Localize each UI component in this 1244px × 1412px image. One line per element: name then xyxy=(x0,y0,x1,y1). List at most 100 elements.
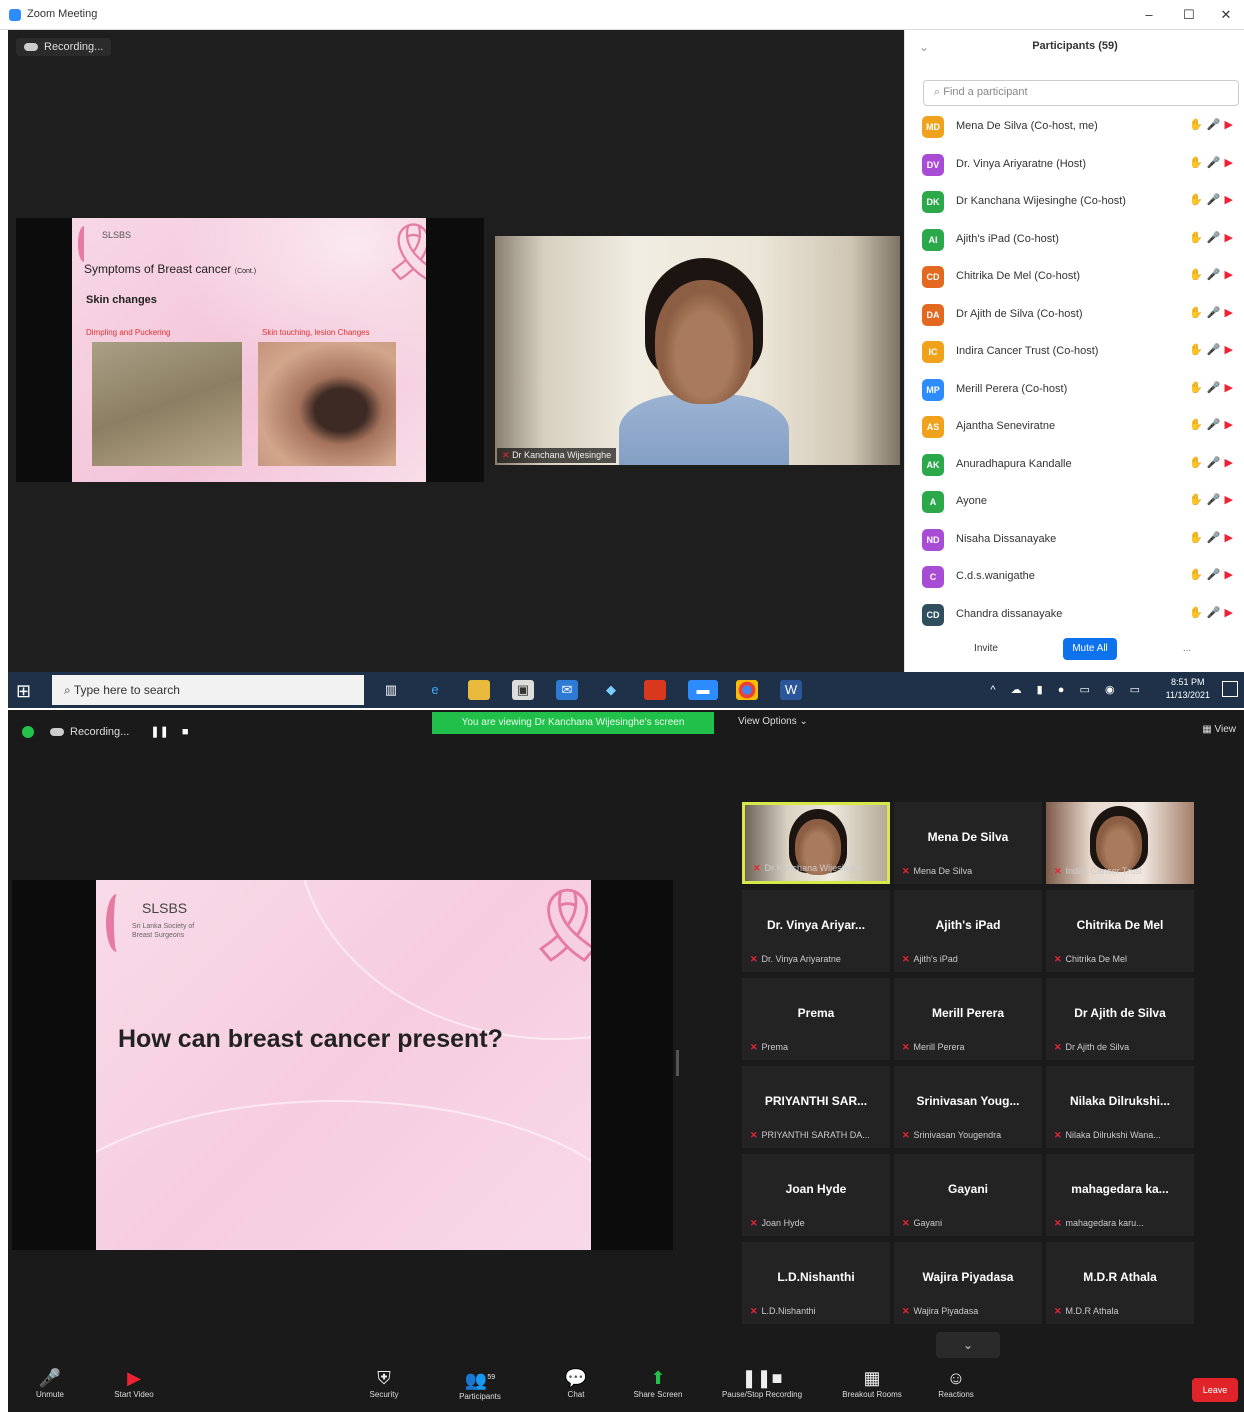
share-screen-button[interactable]: ⬆ Share Screen xyxy=(618,1366,698,1399)
windows-start-icon[interactable]: ⊞ xyxy=(16,681,31,702)
raise-hand-icon: ✋ xyxy=(1189,156,1207,169)
participant-row[interactable]: CD Chandra dissanayake ✋🎤▶ xyxy=(905,598,1244,635)
raise-hand-icon: ✋ xyxy=(1189,231,1207,244)
pause-recording-icon[interactable]: ❚❚ xyxy=(150,726,168,738)
tile-name: Wajira Piyadasa xyxy=(922,1270,1014,1284)
splitter-handle[interactable] xyxy=(676,1050,679,1076)
mic-muted-icon: 🎤 xyxy=(1206,419,1225,431)
system-tray[interactable]: ^ ☁ ▮ ● ▭ ◉ ▭ xyxy=(990,683,1146,696)
search-icon: ⌕ xyxy=(64,683,74,697)
participant-tile[interactable]: Nilaka Dilrukshi... ✕ Nilaka Dilrukshi Wan… xyxy=(1046,1066,1194,1148)
recording-indicator[interactable]: Recording... ❚❚ ■ xyxy=(42,722,197,741)
participant-tile[interactable]: Gayani ✕ Gayani xyxy=(894,1154,1042,1236)
caption-left: Dimpling and Puckering xyxy=(86,328,171,337)
unmute-button[interactable]: 🎤 Unmute xyxy=(10,1366,90,1399)
participant-name: Dr Kanchana Wijesinghe (Co-host) xyxy=(956,195,1126,207)
edge-browser-icon[interactable]: e xyxy=(424,680,446,700)
tile-name: Dr Ajith de Silva xyxy=(1074,1006,1166,1020)
participant-row[interactable]: AK Anuradhapura Kandalle ✋🎤▶ xyxy=(905,448,1244,485)
security-button[interactable]: ⛨ Security xyxy=(344,1366,424,1399)
notification-icon[interactable] xyxy=(1222,681,1238,697)
mail-icon[interactable]: ✉ xyxy=(556,680,578,700)
media-icon[interactable]: ◆ xyxy=(600,680,622,700)
participant-row[interactable]: IC Indira Cancer Trust (Co-host) ✋🎤▶ xyxy=(905,335,1244,372)
tile-name: M.D.R Athala xyxy=(1083,1270,1157,1284)
participant-tile[interactable]: Joan Hyde ✕ Joan Hyde xyxy=(742,1154,890,1236)
participant-tile[interactable]: Ajith's iPad ✕ Ajith's iPad xyxy=(894,890,1042,972)
participant-tile[interactable]: Chitrika De Mel ✕ Chitrika De Mel xyxy=(1046,890,1194,972)
participant-row[interactable]: C C.d.s.wanigathe ✋🎤▶ xyxy=(905,560,1244,597)
participant-row[interactable]: DA Dr Ajith de Silva (Co-host) ✋🎤▶ xyxy=(905,298,1244,335)
participants-button[interactable]: 👥59 Participants xyxy=(440,1366,520,1401)
word-icon[interactable]: W xyxy=(780,680,802,700)
security-shield-icon[interactable] xyxy=(22,726,34,738)
taskbar-clock[interactable]: 8:51 PM 11/13/2021 xyxy=(1166,676,1210,702)
video-off-icon: ▶ xyxy=(1224,456,1237,469)
cloud-record-icon xyxy=(24,43,38,52)
stop-recording-icon[interactable]: ■ xyxy=(182,726,189,738)
participant-row[interactable]: AI Ajith's iPad (Co-host) ✋🎤▶ xyxy=(905,223,1244,260)
mic-muted-icon: 🎤 xyxy=(1206,494,1225,506)
participant-tile[interactable]: Prema ✕ Prema xyxy=(742,978,890,1060)
participant-row[interactable]: DK Dr Kanchana Wijesinghe (Co-host) ✋🎤▶ xyxy=(905,185,1244,222)
task-view-icon[interactable]: ▥ xyxy=(380,680,402,700)
chat-button[interactable]: 💬 Chat xyxy=(536,1366,616,1399)
mute-all-button[interactable]: Mute All xyxy=(1063,638,1117,660)
view-options-button[interactable]: View Options ⌄ xyxy=(738,716,808,727)
chevron-down-icon[interactable]: ⌄ xyxy=(936,1332,1000,1358)
participant-tile[interactable]: Wajira Piyadasa ✕ Wajira Piyadasa xyxy=(894,1242,1042,1324)
participant-tile[interactable]: Dr. Vinya Ariyar... ✕ Dr. Vinya Ariyaratne xyxy=(742,890,890,972)
chrome-icon[interactable] xyxy=(736,680,758,700)
store-icon[interactable]: ▣ xyxy=(512,680,534,700)
view-button[interactable]: ▦ View xyxy=(1202,724,1236,735)
shield-icon: ⛨ xyxy=(377,1368,391,1388)
participant-row[interactable]: ND Nisaha Dissanayake ✋🎤▶ xyxy=(905,523,1244,560)
slide-swirl xyxy=(96,1100,591,1250)
file-explorer-icon[interactable] xyxy=(468,680,490,700)
participant-tile[interactable]: mahagedara ka... ✕ mahagedara karu... xyxy=(1046,1154,1194,1236)
participant-tile[interactable]: L.D.Nishanthi ✕ L.D.Nishanthi xyxy=(742,1242,890,1324)
pause-recording-button[interactable]: ❚❚■ Pause/Stop Recording xyxy=(710,1366,814,1399)
breakout-rooms-button[interactable]: ▦ Breakout Rooms xyxy=(832,1366,912,1399)
participant-tile[interactable]: ✕ Indira Cancer Trust xyxy=(1046,802,1194,884)
recording-indicator[interactable]: Recording... xyxy=(16,38,112,56)
reactions-button[interactable]: ☺ Reactions xyxy=(916,1366,996,1399)
participant-tile[interactable]: M.D.R Athala ✕ M.D.R Athala xyxy=(1046,1242,1194,1324)
minimize-button[interactable]: – xyxy=(1131,4,1167,26)
meeting-toolbar: 🎤 Unmute ▶ Start Video ⛨ Security 👥59 Partic… xyxy=(8,1358,1244,1412)
tile-label: ✕ Nilaka Dilrukshi Wana... xyxy=(1054,1130,1161,1140)
leave-button[interactable]: Leave xyxy=(1192,1378,1238,1402)
start-video-button[interactable]: ▶ Start Video xyxy=(94,1366,174,1399)
participant-tile[interactable]: Dr Ajith de Silva ✕ Dr Ajith de Silva xyxy=(1046,978,1194,1060)
participant-status-icons: ✋🎤▶ xyxy=(1189,531,1237,544)
close-button[interactable]: ✕ xyxy=(1208,4,1244,26)
office-icon[interactable] xyxy=(644,680,666,700)
participant-tile[interactable]: Srinivasan Youg... ✕ Srinivasan Yougendra xyxy=(894,1066,1042,1148)
participant-tile[interactable]: Mena De Silva ✕ Mena De Silva xyxy=(894,802,1042,884)
participant-search-input[interactable]: ⌕ Find a participant xyxy=(923,80,1239,106)
invite-button[interactable]: Invite xyxy=(965,638,1007,660)
tile-name: Srinivasan Youg... xyxy=(916,1094,1020,1108)
participant-row[interactable]: MD Mena De Silva (Co-host, me) ✋🎤▶ xyxy=(905,110,1244,147)
taskbar-search-input[interactable]: ⌕ Type here to search xyxy=(52,675,364,705)
tile-name: PRIYANTHI SAR... xyxy=(764,1094,868,1108)
speaker-video[interactable]: ✕ Dr Kanchana Wijesinghe xyxy=(495,236,900,465)
participant-row[interactable]: CD Chitrika De Mel (Co-host) ✋🎤▶ xyxy=(905,260,1244,297)
mic-muted-icon: ✕ xyxy=(750,1306,758,1316)
tile-name: Prema xyxy=(797,1006,835,1020)
participant-row[interactable]: A Ayone ✋🎤▶ xyxy=(905,485,1244,522)
participant-tile[interactable]: PRIYANTHI SAR... ✕ PRIYANTHI SARATH DA... xyxy=(742,1066,890,1148)
grid-icon: ▦ xyxy=(1202,724,1215,735)
maximize-button[interactable]: ☐ xyxy=(1171,4,1207,26)
participant-row[interactable]: AS Ajantha Seneviratne ✋🎤▶ xyxy=(905,410,1244,447)
participants-panel: ⌄ Participants (59) ⌕ Find a participant… xyxy=(904,30,1244,672)
more-button[interactable]: ... xyxy=(1175,638,1199,660)
participant-row[interactable]: DV Dr. Vinya Ariyaratne (Host) ✋🎤▶ xyxy=(905,148,1244,185)
participant-name: Chitrika De Mel (Co-host) xyxy=(956,270,1081,282)
speaker-name-tag: ✕ Dr Kanchana Wijesinghe xyxy=(497,448,617,463)
zoom-taskbar-icon[interactable]: ▬ xyxy=(688,680,718,700)
participant-tile[interactable]: ✕ Dr Kanchana Wijesinghe xyxy=(742,802,890,884)
window-titlebar: Zoom Meeting – ☐ ✕ xyxy=(0,0,1244,30)
participant-row[interactable]: MP Merill Perera (Co-host) ✋🎤▶ xyxy=(905,373,1244,410)
participant-tile[interactable]: Merill Perera ✕ Merill Perera xyxy=(894,978,1042,1060)
